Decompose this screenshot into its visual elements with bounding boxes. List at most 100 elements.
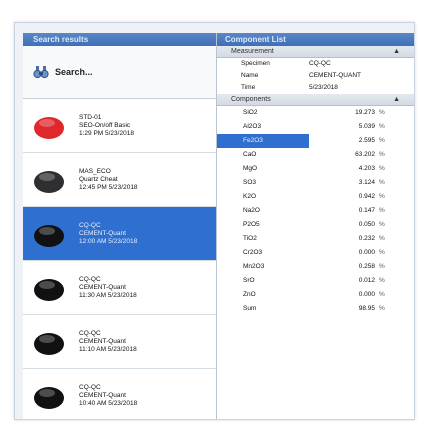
property-key: Name: [241, 72, 259, 79]
component-name: Sum: [243, 305, 257, 312]
result-item[interactable]: CQ-QC CEMENT-Quant 11:30 AM 5/23/2018: [23, 261, 216, 315]
component-row[interactable]: Mn2O3 0.258%: [217, 260, 414, 274]
result-item[interactable]: MAS_ECO Quartz Cheat 12:45 PM 5/23/2018: [23, 153, 216, 207]
component-row[interactable]: ZnO 0.000%: [217, 288, 414, 302]
component-name: Na2O: [243, 207, 260, 214]
sample-cup-icon: [33, 382, 65, 410]
property-key: Time: [241, 84, 256, 91]
component-unit: %: [379, 305, 385, 312]
component-name: Mn2O3: [243, 263, 265, 270]
component-value: 98.95: [358, 305, 375, 312]
sample-cup-icon: [33, 274, 65, 302]
component-name: Al2O3: [243, 123, 262, 130]
component-row[interactable]: Cr2O3 0.000%: [217, 246, 414, 260]
components-group-header[interactable]: Components ▲: [217, 94, 414, 106]
component-row[interactable]: P2O5 0.050%: [217, 218, 414, 232]
component-list-title: Component List: [217, 33, 414, 46]
binoculars-icon: [33, 64, 49, 80]
component-unit: %: [379, 291, 385, 298]
component-name: MgO: [243, 165, 258, 172]
component-value: 0.000: [358, 249, 375, 256]
result-text: CQ-QC CEMENT-Quant 11:10 AM 5/23/2018: [79, 330, 137, 354]
property-key: Specimen: [241, 60, 270, 67]
component-unit: %: [379, 109, 385, 116]
result-line2: SEO-On/off Basic: [79, 121, 131, 129]
component-value: 0.942: [358, 193, 375, 200]
result-line3: 12:45 PM 5/23/2018: [79, 183, 138, 191]
component-name: SiO2: [243, 109, 258, 116]
search-results-panel: Search results Search... STD-01 SEO-On/of…: [23, 33, 217, 419]
component-row[interactable]: SiO2 19.273%: [217, 106, 414, 120]
component-value: 0.258: [358, 263, 375, 270]
component-unit: %: [379, 249, 385, 256]
component-row[interactable]: MgO 4.203%: [217, 162, 414, 176]
result-text: CQ-QC CEMENT-Quant 11:30 AM 5/23/2018: [79, 276, 137, 300]
result-item[interactable]: STD-01 SEO-On/off Basic 1:29 PM 5/23/2018: [23, 99, 216, 153]
component-value: 5.039: [358, 123, 375, 130]
result-line1: CQ-QC: [79, 383, 101, 391]
result-line2: CEMENT-Quant: [79, 391, 126, 399]
collapse-icon[interactable]: ▲: [393, 94, 400, 105]
component-value: 3.124: [358, 179, 375, 186]
component-row[interactable]: SrO 0.012%: [217, 274, 414, 288]
components-group-label: Components: [231, 96, 271, 103]
sample-cup-icon: [33, 328, 65, 356]
component-row[interactable]: TiO2 0.232%: [217, 232, 414, 246]
component-unit: %: [379, 277, 385, 284]
search-label: Search...: [55, 67, 93, 77]
component-unit: %: [379, 165, 385, 172]
component-name: P2O5: [243, 221, 260, 228]
component-value: 19.273: [355, 109, 375, 116]
results-list: STD-01 SEO-On/off Basic 1:29 PM 5/23/2018 M…: [23, 99, 216, 419]
sample-cup-icon: [33, 112, 65, 140]
component-unit: %: [379, 151, 385, 158]
sample-cup-icon: [33, 166, 65, 194]
component-row[interactable]: Sum 98.95%: [217, 302, 414, 316]
component-unit: %: [379, 207, 385, 214]
measurement-group-header[interactable]: Measurement ▲: [217, 46, 414, 58]
component-name: K2O: [243, 193, 257, 200]
component-name: ZnO: [243, 291, 256, 298]
result-line3: 11:10 AM 5/23/2018: [79, 345, 137, 353]
search-button[interactable]: Search...: [23, 46, 216, 99]
component-list-panel: Component List Measurement ▲ Specimen CQ-…: [217, 33, 414, 419]
result-item[interactable]: CQ-QC CEMENT-Quant 10:40 AM 5/23/2018: [23, 369, 216, 419]
result-item[interactable]: CQ-QC CEMENT-Quant 12:00 AM 5/23/2018: [23, 207, 216, 261]
result-line3: 10:40 AM 5/23/2018: [79, 399, 138, 407]
result-line2: CEMENT-Quant: [79, 337, 126, 345]
component-value: 0.050: [358, 221, 375, 228]
component-name: TiO2: [243, 235, 257, 242]
component-unit: %: [379, 263, 385, 270]
result-text: CQ-QC CEMENT-Quant 12:00 AM 5/23/2018: [79, 222, 137, 246]
result-item[interactable]: CQ-QC CEMENT-Quant 11:10 AM 5/23/2018: [23, 315, 216, 369]
property-value: 5/23/2018: [309, 84, 338, 91]
component-value: 2.595: [358, 137, 375, 144]
result-text: CQ-QC CEMENT-Quant 10:40 AM 5/23/2018: [79, 384, 137, 408]
component-row[interactable]: Fe2O3 2.595%: [217, 134, 414, 148]
component-unit: %: [379, 137, 385, 144]
component-row[interactable]: SO3 3.124%: [217, 176, 414, 190]
result-line1: MAS_ECO: [79, 167, 111, 175]
component-row[interactable]: K2O 0.942%: [217, 190, 414, 204]
component-row[interactable]: Al2O3 5.039%: [217, 120, 414, 134]
component-value: 63.202: [355, 151, 375, 158]
result-line3: 11:30 AM 5/23/2018: [79, 291, 137, 299]
result-line1: CQ-QC: [79, 221, 101, 229]
component-row[interactable]: CaO 63.202%: [217, 148, 414, 162]
result-text: STD-01 SEO-On/off Basic 1:29 PM 5/23/2018: [79, 114, 134, 138]
property-row: Name CEMENT-QUANT: [217, 70, 414, 82]
component-value: 0.000: [358, 291, 375, 298]
component-row[interactable]: Na2O 0.147%: [217, 204, 414, 218]
component-unit: %: [379, 179, 385, 186]
collapse-icon[interactable]: ▲: [393, 46, 400, 57]
components-list: SiO2 19.273% Al2O3 5.039% Fe2O3 2.595% CaO 63.2…: [217, 106, 414, 316]
result-line2: CEMENT-Quant: [79, 229, 126, 237]
component-name: SrO: [243, 277, 255, 284]
component-name: Fe2O3: [217, 134, 309, 148]
component-name: Cr2O3: [243, 249, 263, 256]
result-line1: STD-01: [79, 113, 102, 121]
component-value: 0.232: [358, 235, 375, 242]
component-name: CaO: [243, 151, 257, 158]
property-row: Time 5/23/2018: [217, 82, 414, 94]
app-window: Search results Search... STD-01 SEO-On/of…: [14, 22, 415, 420]
